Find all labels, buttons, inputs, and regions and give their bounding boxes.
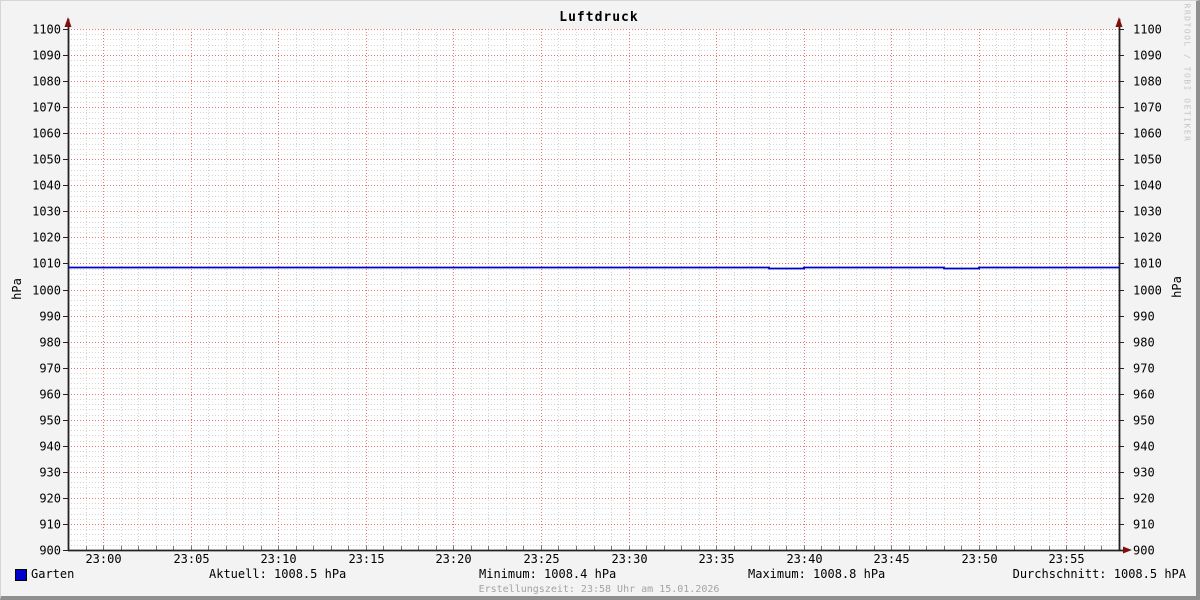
- y-tick-label-left: 1070: [32, 101, 61, 115]
- y-axis-label-left: hPa: [10, 278, 24, 300]
- series-line-garten: [68, 266, 1119, 270]
- y-axis-label-right: hPa: [1170, 276, 1184, 298]
- y-tick-label-left: 970: [39, 362, 61, 376]
- x-tick-label: 23:30: [611, 552, 647, 566]
- y-tick-label-right: 1020: [1133, 231, 1162, 245]
- stat-minimum: Minimum: 1008.4 hPa: [479, 567, 617, 581]
- y-tick-label-left: 920: [39, 492, 61, 506]
- y-tick-label-right: 900: [1133, 544, 1155, 558]
- x-tick-label: 23:15: [348, 552, 384, 566]
- y-tick-label-right: 1100: [1133, 23, 1162, 37]
- creation-time: Erstellungszeit: 23:58 Uhr am 15.01.2026: [478, 584, 720, 595]
- y-tick-label-left: 1040: [32, 179, 61, 193]
- x-tick-label: 23:20: [435, 552, 471, 566]
- x-tick-label: 23:00: [85, 552, 121, 566]
- y-tick-label-left: 950: [39, 414, 61, 428]
- y-tick-label-right: 1000: [1133, 284, 1162, 298]
- y-tick-label-left: 1030: [32, 205, 61, 219]
- chart-canvas: 900 900 910 910 920 920 930 930 940 940 950 950 960 9…: [32, 17, 1162, 566]
- y-tick-label-right: 990: [1133, 310, 1155, 324]
- y-tick-label-right: 1060: [1133, 127, 1162, 141]
- y-tick-label-left: 1090: [32, 49, 61, 63]
- y-tick-label-right: 930: [1133, 466, 1155, 480]
- stat-aktuell: Aktuell: 1008.5 hPa: [209, 567, 347, 581]
- y-tick-label-right: 1040: [1133, 179, 1162, 193]
- y-tick-label-right: 950: [1133, 414, 1155, 428]
- y-tick-label-right: 1050: [1133, 153, 1162, 167]
- y-tick-label-right: 920: [1133, 492, 1155, 506]
- stat-maximum: Maximum: 1008.8 hPa: [748, 567, 886, 581]
- legend-row: Garten Aktuell: 1008.5 hPa Minimum: 1008…: [1, 567, 1196, 583]
- x-tick-label: 23:50: [961, 552, 997, 566]
- y-tick-label-left: 900: [39, 544, 61, 558]
- y-tick-label-right: 1070: [1133, 101, 1162, 115]
- y-tick-label-right: 1030: [1133, 205, 1162, 219]
- y-tick-label-left: 1050: [32, 153, 61, 167]
- x-tick-label: 23:10: [260, 552, 296, 566]
- series: [68, 266, 1119, 270]
- y-tick-label-right: 910: [1133, 518, 1155, 532]
- x-tick-label: 23:25: [523, 552, 559, 566]
- y-tick-label-left: 1000: [32, 284, 61, 298]
- legend-swatch-garten: [15, 569, 27, 581]
- y-tick-label-right: 970: [1133, 362, 1155, 376]
- rrdtool-graph: Luftdruck 900 900 910 910 920 920 930 930 940 940…: [0, 0, 1200, 600]
- y-tick-label-left: 990: [39, 310, 61, 324]
- legend-series-name: Garten: [31, 567, 75, 581]
- y-tick-label-right: 1090: [1133, 49, 1162, 63]
- y-tick-label-left: 910: [39, 518, 61, 532]
- y-tick-label-left: 1080: [32, 75, 61, 89]
- y-tick-label-right: 980: [1133, 336, 1155, 350]
- y-tick-label-right: 960: [1133, 388, 1155, 402]
- y-tick-label-left: 930: [39, 466, 61, 480]
- y-tick-label-right: 940: [1133, 440, 1155, 454]
- y-tick-label-left: 980: [39, 336, 61, 350]
- y-tick-label-left: 1060: [32, 127, 61, 141]
- y-tick-label-right: 1010: [1133, 257, 1162, 271]
- y-tick-label-left: 960: [39, 388, 61, 402]
- y-tick-label-left: 1100: [32, 23, 61, 37]
- y-tick-label-left: 1010: [32, 257, 61, 271]
- y-tick-label-left: 1020: [32, 231, 61, 245]
- y-tick-label-right: 1080: [1133, 75, 1162, 89]
- x-tick-label: 23:40: [786, 552, 822, 566]
- y-tick-label-left: 940: [39, 440, 61, 454]
- x-tick-label: 23:05: [173, 552, 209, 566]
- x-tick-label: 23:35: [698, 552, 734, 566]
- rrdtool-watermark: RRDTOOL / TOBI OETIKER: [1182, 3, 1192, 143]
- stat-durchschnitt: Durchschnitt: 1008.5 hPA: [1012, 567, 1186, 581]
- x-tick-label: 23:55: [1048, 552, 1084, 566]
- x-tick-label: 23:45: [873, 552, 909, 566]
